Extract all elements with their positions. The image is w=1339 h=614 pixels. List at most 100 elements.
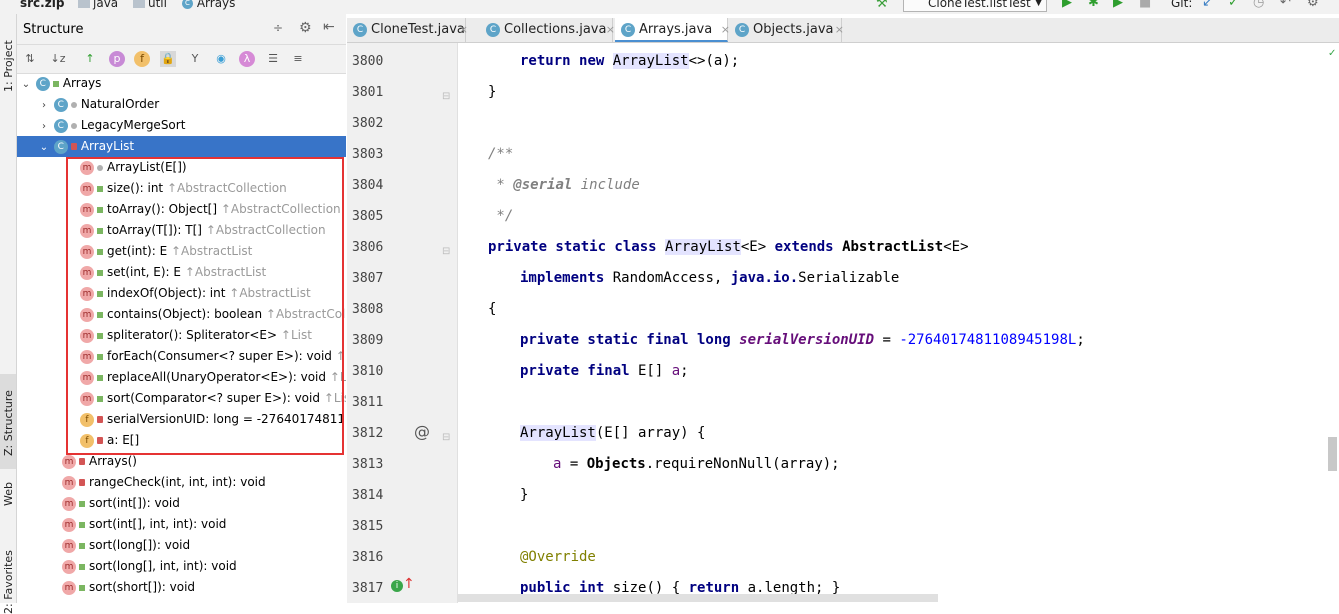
tree-node-method[interactable]: m forEach(Consumer<? super E>): void ↑I xyxy=(17,346,346,367)
tree-node-label: serialVersionUID: long = -27640174811 xyxy=(107,412,346,426)
field-ref: a xyxy=(671,363,681,379)
code-text: = xyxy=(874,332,900,348)
tree-node-method[interactable]: m size(): int ↑AbstractCollection xyxy=(17,178,346,199)
tree-node-arrays[interactable]: ⌄ C Arrays xyxy=(17,73,346,94)
folder-icon xyxy=(78,0,90,8)
usage-icon[interactable]: @ xyxy=(414,422,430,441)
code-editor[interactable]: return new ArrayList<>(a); } /** * @seri… xyxy=(458,43,1339,603)
chevron-down-icon[interactable]: ⌄ xyxy=(20,74,32,95)
chevron-right-icon[interactable]: › xyxy=(38,95,50,116)
tree-node-method[interactable]: m rangeCheck(int, int, int): void xyxy=(17,472,346,493)
fold-icon[interactable]: ⊟ xyxy=(442,432,450,443)
run-config-select[interactable]: CloneTest.listTest ▼ xyxy=(903,0,1047,12)
tree-node-method[interactable]: m get(int): E ↑AbstractList xyxy=(17,241,346,262)
tree-node-method[interactable]: m ArrayList(E[]) xyxy=(17,157,346,178)
tree-node-method[interactable]: m sort(int[]): void xyxy=(17,493,346,514)
inherited-hint: ↑AbstractColl xyxy=(265,307,346,321)
tree-node-method[interactable]: m sort(Comparator<? super E>): void ↑Lis xyxy=(17,388,346,409)
tree-node-method[interactable]: m toArray(T[]): T[] ↑AbstractCollection xyxy=(17,220,346,241)
collapse-all-icon[interactable]: ≡ xyxy=(290,51,306,67)
tree-node-field[interactable]: f serialVersionUID: long = -27640174811 xyxy=(17,409,346,430)
gear-icon[interactable]: ⚙ xyxy=(299,20,312,36)
tab-label: Objects.java xyxy=(753,22,834,37)
debug-icon[interactable]: ✱ xyxy=(1088,0,1099,10)
tree-node-method[interactable]: m contains(Object): boolean ↑AbstractColl xyxy=(17,304,346,325)
lambda-icon[interactable]: λ xyxy=(239,51,255,67)
sort-alpha-icon[interactable]: ↓z xyxy=(50,51,66,67)
coverage-icon[interactable]: ▶ xyxy=(1113,0,1123,10)
tree-node-method[interactable]: m Arrays() xyxy=(17,451,346,472)
show-fields-icon[interactable]: f xyxy=(134,51,150,67)
inspection-status-icon[interactable]: ✓ xyxy=(1328,45,1336,59)
public-icon xyxy=(79,542,85,549)
tab-clonetest[interactable]: C CloneTest.java × xyxy=(347,18,468,42)
stop-icon[interactable]: ■ xyxy=(1139,0,1151,10)
tab-project-label: 1: Project xyxy=(2,40,15,92)
inherited-hint: ↑AbstractCollection xyxy=(166,181,287,195)
tree-node-method[interactable]: m sort(int[], int, int): void xyxy=(17,514,346,535)
anonymous-class-icon[interactable]: ◉ xyxy=(213,51,229,67)
show-properties-icon[interactable]: p xyxy=(109,51,125,67)
tree-node-method[interactable]: m indexOf(Object): int ↑AbstractList xyxy=(17,283,346,304)
git-update-icon[interactable]: ↙ xyxy=(1202,0,1213,10)
tab-structure[interactable]: Z: Structure xyxy=(0,374,16,469)
hammer-icon[interactable]: ⚒ xyxy=(876,0,888,11)
check-icon: ✓ xyxy=(1328,48,1337,59)
breadcrumb-arrays[interactable]: C Arrays xyxy=(182,0,235,10)
implements-icon[interactable]: i xyxy=(391,580,403,592)
expand-all-icon[interactable]: ☰ xyxy=(265,51,281,67)
breadcrumb-java[interactable]: java xyxy=(78,0,118,10)
fold-icon[interactable]: ⊟ xyxy=(442,91,450,102)
tree-node-arraylist[interactable]: ⌄ C ArrayList xyxy=(17,136,346,157)
show-nonpublic-icon[interactable]: 🔒 xyxy=(160,51,176,67)
private-icon xyxy=(97,437,103,444)
tab-arrays[interactable]: C Arrays.java × xyxy=(615,18,730,42)
editor-tab-bar: C CloneTest.java × C Collections.java × C Arr… xyxy=(347,18,1339,43)
tree-node-method[interactable]: m toArray(): Object[] ↑AbstractCollection xyxy=(17,199,346,220)
close-icon[interactable]: × xyxy=(835,18,844,42)
breadcrumb-util[interactable]: util xyxy=(133,0,167,10)
class-ref: ArrayList xyxy=(665,239,741,255)
public-icon xyxy=(97,185,103,192)
tree-node-method[interactable]: m sort(long[], int, int): void xyxy=(17,556,346,577)
tab-objects[interactable]: C Objects.java × xyxy=(729,18,844,42)
close-icon[interactable]: × xyxy=(606,18,615,42)
history-icon[interactable]: ◷ xyxy=(1253,0,1264,10)
chevron-right-icon[interactable]: › xyxy=(38,116,50,137)
tab-collections[interactable]: C Collections.java × xyxy=(480,18,615,42)
tree-node-method[interactable]: m set(int, E): E ↑AbstractList xyxy=(17,262,346,283)
lambda-tree-icon[interactable]: Y xyxy=(187,51,203,67)
tab-web[interactable]: Web xyxy=(0,476,16,524)
tree-node-field[interactable]: f a: E[] xyxy=(17,430,346,451)
breadcrumb-label: util xyxy=(148,0,167,10)
vertical-scrollbar[interactable] xyxy=(1328,437,1337,471)
git-commit-icon[interactable]: ✓ xyxy=(1228,0,1239,10)
sort-visibility-icon[interactable]: ⇅ xyxy=(22,51,38,67)
collapse-icon[interactable]: ÷ xyxy=(273,21,283,35)
inherited-icon[interactable]: ↑ xyxy=(82,51,98,67)
tree-node-method[interactable]: m sort(short[]): void xyxy=(17,577,346,598)
revert-icon[interactable]: ↶ xyxy=(1280,0,1291,10)
tree-node-label: toArray(T[]): T[] xyxy=(107,223,202,237)
override-arrow-icon[interactable]: ↑ xyxy=(403,576,415,592)
close-icon[interactable]: × xyxy=(459,18,468,42)
settings-icon[interactable]: ⚙ xyxy=(1307,0,1319,10)
tree-node-naturalorder[interactable]: › C NaturalOrder xyxy=(17,94,346,115)
tree-node-method[interactable]: m replaceAll(UnaryOperator<E>): void ↑Li xyxy=(17,367,346,388)
tree-node-label: sort(int[], int, int): void xyxy=(89,517,227,531)
horizontal-scrollbar[interactable] xyxy=(458,594,938,602)
line-number: 3807 xyxy=(352,271,384,286)
tree-node-legacymergesort[interactable]: › C LegacyMergeSort xyxy=(17,115,346,136)
hide-panel-icon[interactable]: ⇤ xyxy=(323,19,335,35)
tree-node-method[interactable]: m spliterator(): Spliterator<E> ↑List xyxy=(17,325,346,346)
tree-node-method[interactable]: m sort(long[]): void xyxy=(17,535,346,556)
run-icon[interactable]: ▶ xyxy=(1062,0,1072,10)
breadcrumb-src-zip[interactable]: src.zip xyxy=(20,0,64,10)
method-icon: m xyxy=(80,223,94,238)
public-icon xyxy=(97,332,103,339)
tab-project[interactable]: 1: Project xyxy=(0,28,16,108)
tree-node-label: NaturalOrder xyxy=(80,97,160,111)
fold-icon[interactable]: ⊟ xyxy=(442,246,450,257)
tab-favorites[interactable]: 2: Favorites xyxy=(0,534,16,614)
chevron-down-icon[interactable]: ⌄ xyxy=(38,137,50,158)
